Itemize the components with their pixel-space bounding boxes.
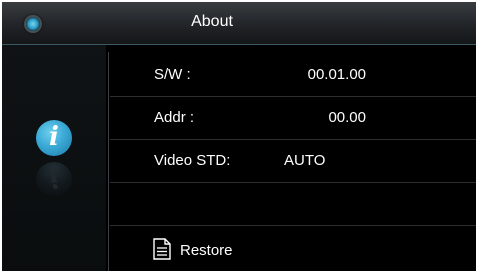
info-row-address: Addr : 00.00 — [110, 97, 476, 140]
info-row-value: 00.00 — [328, 109, 366, 126]
empty-row — [110, 183, 476, 226]
info-row-video-standard: Video STD: AUTO — [110, 140, 476, 183]
title-bar: About — [2, 2, 476, 45]
document-icon — [153, 238, 171, 260]
info-icon-reflection: i — [36, 162, 72, 196]
info-row-value: 00.01.00 — [307, 66, 366, 83]
page-title: About — [191, 13, 233, 30]
circle-back-icon[interactable] — [26, 17, 40, 31]
info-row-label: Addr : — [154, 109, 195, 126]
info-row-value: AUTO — [284, 152, 326, 169]
sidebar — [2, 45, 106, 271]
about-screen: About i i S/W : 00.01.00 Addr : 00.00 Vi… — [2, 2, 476, 271]
restore-label: Restore — [180, 242, 233, 259]
info-icon: i — [36, 120, 72, 156]
vertical-divider — [108, 52, 109, 271]
info-row-software-version: S/W : 00.01.00 — [110, 54, 476, 97]
info-row-label: Video STD: — [154, 152, 231, 169]
info-icon-glyph: i — [49, 122, 59, 152]
info-row-label: S/W : — [154, 66, 191, 83]
info-icon-reflection-glyph: i — [49, 162, 59, 192]
